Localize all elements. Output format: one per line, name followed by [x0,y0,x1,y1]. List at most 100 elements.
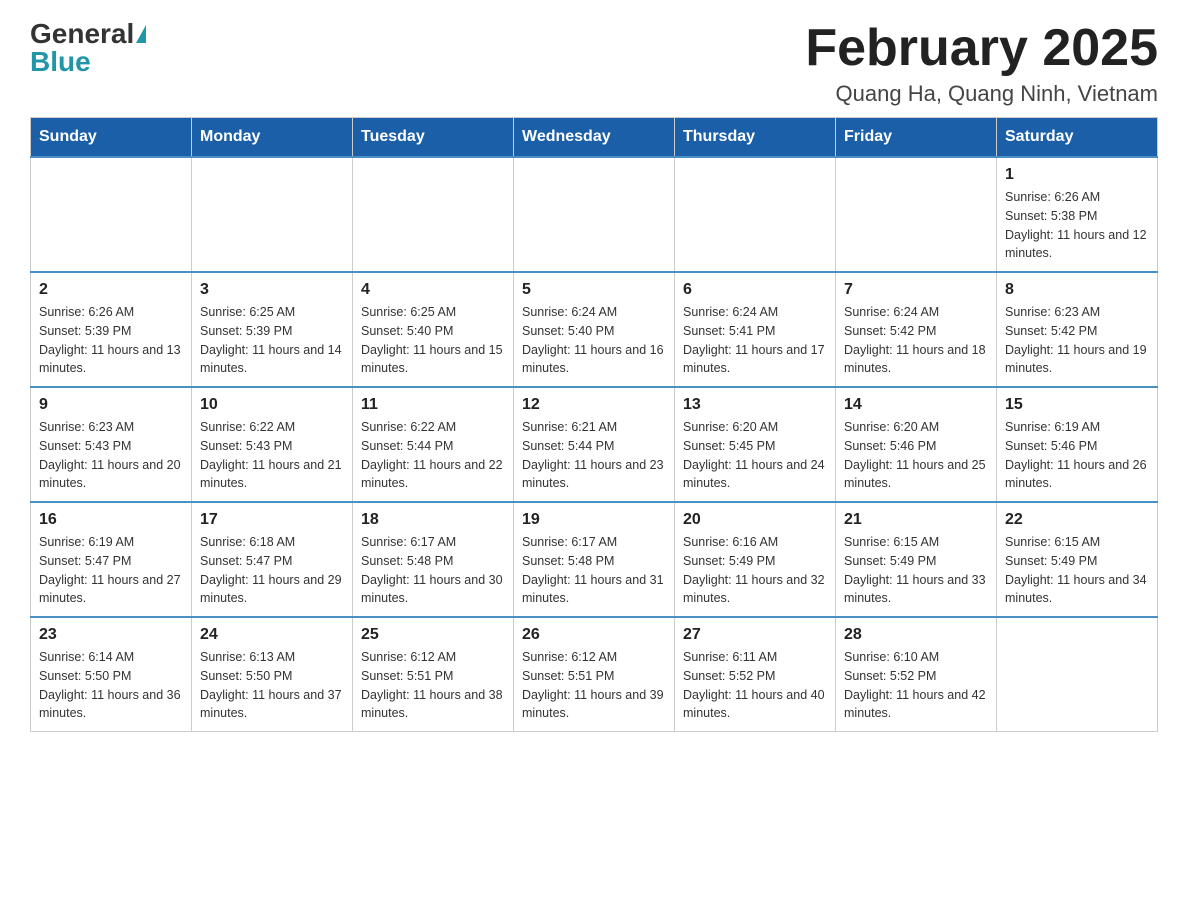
calendar-cell: 4 Sunrise: 6:25 AMSunset: 5:40 PMDaylight… [353,272,514,387]
day-number: 6 [683,281,827,299]
day-number: 27 [683,626,827,644]
calendar-cell: 13Sunrise: 6:20 AMSunset: 5:45 PMDayligh… [675,387,836,502]
day-number: 22 [1005,511,1149,529]
day-header-sunday: Sunday [31,118,192,158]
day-number: 7 [844,281,988,299]
calendar-cell: 1 Sunrise: 6:26 AMSunset: 5:38 PMDaylight… [997,157,1158,272]
day-header-thursday: Thursday [675,118,836,158]
calendar-cell [31,157,192,272]
day-info: Sunrise: 6:16 AMSunset: 5:49 PMDaylight:… [683,533,827,608]
logo-general-text: General [30,20,134,48]
day-number: 21 [844,511,988,529]
day-number: 26 [522,626,666,644]
day-number: 15 [1005,396,1149,414]
calendar-cell: 12 Sunrise: 6:21 AMSunset: 5:44 PMDayligh… [514,387,675,502]
calendar-cell: 26 Sunrise: 6:12 AMSunset: 5:51 PMDayligh… [514,617,675,732]
calendar-cell: 16 Sunrise: 6:19 AMSunset: 5:47 PMDayligh… [31,502,192,617]
calendar-cell: 24 Sunrise: 6:13 AMSunset: 5:50 PMDayligh… [192,617,353,732]
calendar-cell: 7 Sunrise: 6:24 AMSunset: 5:42 PMDaylight… [836,272,997,387]
day-number: 23 [39,626,183,644]
day-number: 13 [683,396,827,414]
day-number: 16 [39,511,183,529]
day-number: 4 [361,281,505,299]
day-info: Sunrise: 6:10 AMSunset: 5:52 PMDaylight:… [844,648,988,723]
day-number: 25 [361,626,505,644]
calendar-cell: 6 Sunrise: 6:24 AMSunset: 5:41 PMDaylight… [675,272,836,387]
day-info: Sunrise: 6:21 AMSunset: 5:44 PMDaylight:… [522,418,666,493]
day-number: 10 [200,396,344,414]
day-number: 8 [1005,281,1149,299]
calendar-cell: 28Sunrise: 6:10 AMSunset: 5:52 PMDayligh… [836,617,997,732]
day-info: Sunrise: 6:22 AMSunset: 5:43 PMDaylight:… [200,418,344,493]
calendar-cell [836,157,997,272]
day-info: Sunrise: 6:24 AMSunset: 5:42 PMDaylight:… [844,303,988,378]
month-title: February 2025 [805,20,1158,77]
day-header-wednesday: Wednesday [514,118,675,158]
day-header-saturday: Saturday [997,118,1158,158]
calendar-cell: 17 Sunrise: 6:18 AMSunset: 5:47 PMDayligh… [192,502,353,617]
day-info: Sunrise: 6:15 AMSunset: 5:49 PMDaylight:… [844,533,988,608]
day-info: Sunrise: 6:12 AMSunset: 5:51 PMDaylight:… [361,648,505,723]
day-number: 24 [200,626,344,644]
day-info: Sunrise: 6:15 AMSunset: 5:49 PMDaylight:… [1005,533,1149,608]
day-number: 2 [39,281,183,299]
calendar-cell [997,617,1158,732]
day-header-tuesday: Tuesday [353,118,514,158]
day-info: Sunrise: 6:22 AMSunset: 5:44 PMDaylight:… [361,418,505,493]
page-header: General Blue February 2025 Quang Ha, Qua… [30,20,1158,107]
day-header-monday: Monday [192,118,353,158]
calendar-cell: 3Sunrise: 6:25 AMSunset: 5:39 PMDaylight… [192,272,353,387]
day-info: Sunrise: 6:17 AMSunset: 5:48 PMDaylight:… [522,533,666,608]
calendar-cell: 8 Sunrise: 6:23 AMSunset: 5:42 PMDaylight… [997,272,1158,387]
day-info: Sunrise: 6:23 AMSunset: 5:42 PMDaylight:… [1005,303,1149,378]
calendar-cell [675,157,836,272]
day-number: 17 [200,511,344,529]
calendar-cell: 11Sunrise: 6:22 AMSunset: 5:44 PMDayligh… [353,387,514,502]
calendar-cell: 18 Sunrise: 6:17 AMSunset: 5:48 PMDayligh… [353,502,514,617]
logo-triangle-icon [136,25,146,43]
calendar-cell: 27 Sunrise: 6:11 AMSunset: 5:52 PMDayligh… [675,617,836,732]
day-info: Sunrise: 6:12 AMSunset: 5:51 PMDaylight:… [522,648,666,723]
calendar-cell: 2 Sunrise: 6:26 AMSunset: 5:39 PMDaylight… [31,272,192,387]
calendar-cell: 19 Sunrise: 6:17 AMSunset: 5:48 PMDayligh… [514,502,675,617]
calendar-week-row: 16 Sunrise: 6:19 AMSunset: 5:47 PMDayligh… [31,502,1158,617]
calendar-cell: 25 Sunrise: 6:12 AMSunset: 5:51 PMDayligh… [353,617,514,732]
day-info: Sunrise: 6:24 AMSunset: 5:41 PMDaylight:… [683,303,827,378]
calendar-table: SundayMondayTuesdayWednesdayThursdayFrid… [30,117,1158,732]
logo-blue-text: Blue [30,48,91,76]
day-info: Sunrise: 6:25 AMSunset: 5:40 PMDaylight:… [361,303,505,378]
calendar-cell: 21 Sunrise: 6:15 AMSunset: 5:49 PMDayligh… [836,502,997,617]
day-number: 19 [522,511,666,529]
day-number: 5 [522,281,666,299]
calendar-cell: 5 Sunrise: 6:24 AMSunset: 5:40 PMDaylight… [514,272,675,387]
calendar-week-row: 1 Sunrise: 6:26 AMSunset: 5:38 PMDaylight… [31,157,1158,272]
calendar-cell [192,157,353,272]
day-info: Sunrise: 6:23 AMSunset: 5:43 PMDaylight:… [39,418,183,493]
day-info: Sunrise: 6:20 AMSunset: 5:46 PMDaylight:… [844,418,988,493]
day-number: 20 [683,511,827,529]
calendar-week-row: 2 Sunrise: 6:26 AMSunset: 5:39 PMDaylight… [31,272,1158,387]
calendar-cell: 23 Sunrise: 6:14 AMSunset: 5:50 PMDayligh… [31,617,192,732]
calendar-cell: 14Sunrise: 6:20 AMSunset: 5:46 PMDayligh… [836,387,997,502]
day-info: Sunrise: 6:13 AMSunset: 5:50 PMDaylight:… [200,648,344,723]
day-number: 9 [39,396,183,414]
day-info: Sunrise: 6:18 AMSunset: 5:47 PMDaylight:… [200,533,344,608]
day-info: Sunrise: 6:11 AMSunset: 5:52 PMDaylight:… [683,648,827,723]
day-info: Sunrise: 6:26 AMSunset: 5:38 PMDaylight:… [1005,188,1149,263]
calendar-header-row: SundayMondayTuesdayWednesdayThursdayFrid… [31,118,1158,158]
day-info: Sunrise: 6:26 AMSunset: 5:39 PMDaylight:… [39,303,183,378]
day-number: 18 [361,511,505,529]
calendar-cell [353,157,514,272]
day-number: 1 [1005,166,1149,184]
day-info: Sunrise: 6:19 AMSunset: 5:47 PMDaylight:… [39,533,183,608]
logo: General Blue [30,20,146,76]
day-info: Sunrise: 6:25 AMSunset: 5:39 PMDaylight:… [200,303,344,378]
calendar-cell [514,157,675,272]
day-header-friday: Friday [836,118,997,158]
day-info: Sunrise: 6:24 AMSunset: 5:40 PMDaylight:… [522,303,666,378]
day-number: 12 [522,396,666,414]
day-info: Sunrise: 6:19 AMSunset: 5:46 PMDaylight:… [1005,418,1149,493]
day-info: Sunrise: 6:14 AMSunset: 5:50 PMDaylight:… [39,648,183,723]
calendar-cell: 22 Sunrise: 6:15 AMSunset: 5:49 PMDayligh… [997,502,1158,617]
day-info: Sunrise: 6:17 AMSunset: 5:48 PMDaylight:… [361,533,505,608]
